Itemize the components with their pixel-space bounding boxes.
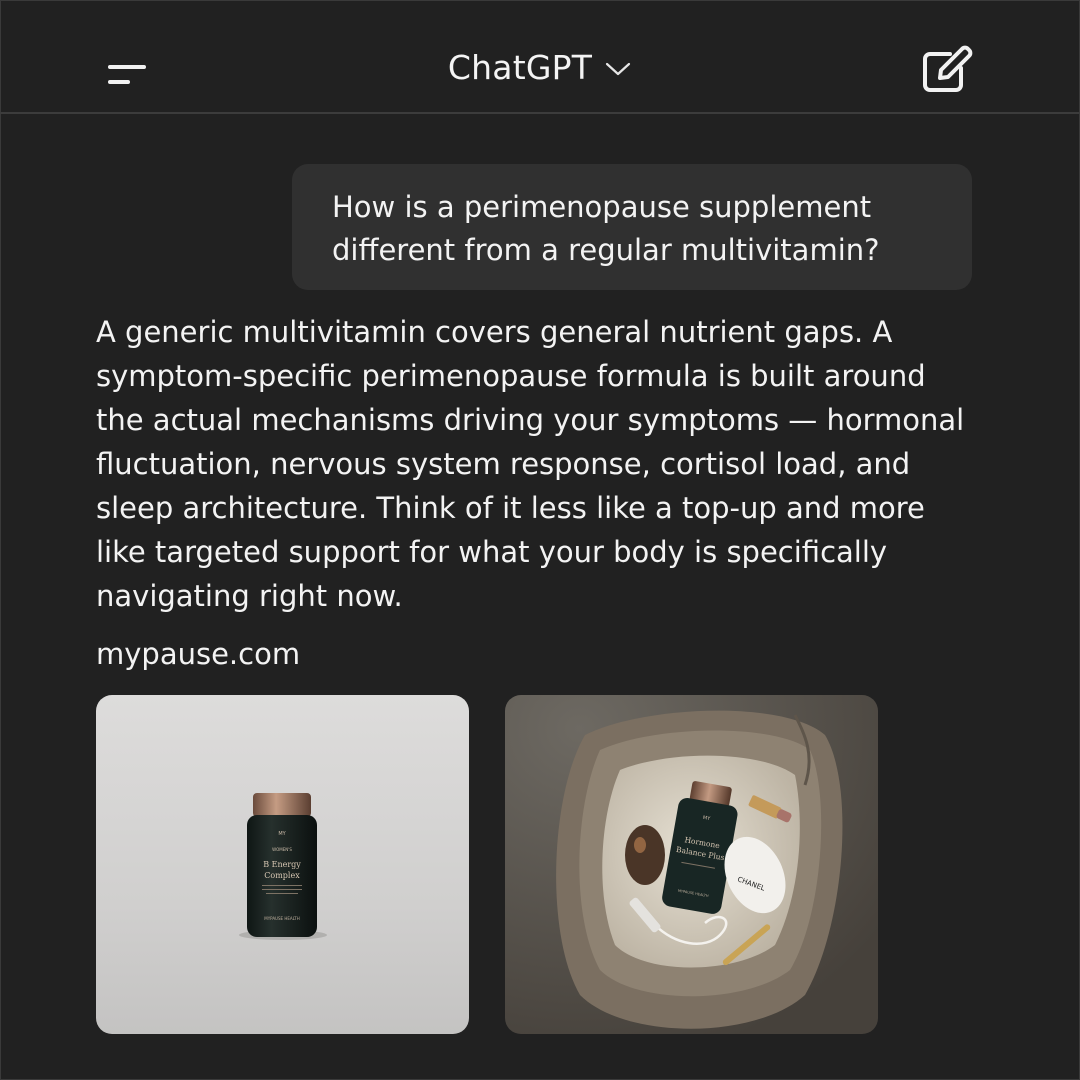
bottle1-line: WOMEN'S — [272, 847, 292, 852]
bottle1-name1: B Energy — [263, 860, 301, 869]
bottle1-name2: Complex — [264, 871, 300, 880]
source-link[interactable]: mypause.com — [96, 634, 300, 674]
assistant-message-text: A generic multivitamin covers general nu… — [96, 315, 965, 613]
top-bar: ChatGPT — [0, 0, 1080, 114]
new-chat-icon[interactable] — [920, 44, 974, 94]
user-message-bubble: How is a perimenopause supplement differ… — [292, 164, 972, 290]
bottle1-brand: MY — [278, 831, 286, 837]
chevron-down-icon[interactable] — [604, 59, 632, 79]
model-selector[interactable]: ChatGPT — [0, 48, 1080, 87]
model-title[interactable]: ChatGPT — [448, 48, 592, 87]
user-message-text: How is a perimenopause supplement differ… — [332, 190, 880, 267]
bottle1-footer: MYPAUSE HEALTH — [264, 916, 299, 921]
product-image-bag[interactable]: MY Hormone Balance Plus MYPAUSE HEALTH C… — [505, 695, 878, 1034]
product-image-bottle[interactable]: MY WOMEN'S B Energy Complex MYPAUSE HEAL… — [96, 695, 469, 1034]
